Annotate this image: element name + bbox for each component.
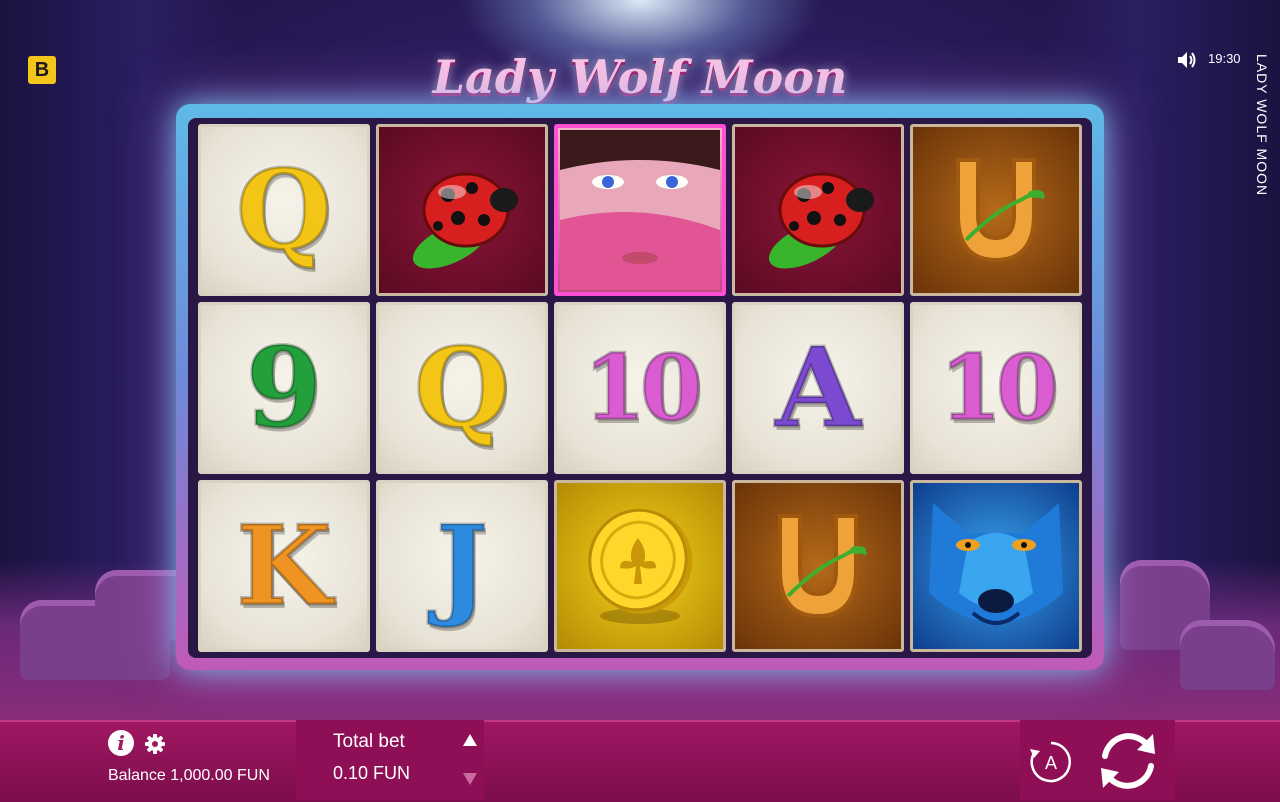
reel-cell xyxy=(732,480,904,652)
reel-cell: Q xyxy=(376,302,548,474)
reel-cell: 10 xyxy=(554,302,726,474)
bet-decrease-button[interactable] xyxy=(462,772,478,786)
balance-display: Balance 1,000.00 FUN xyxy=(108,767,270,784)
reel-cell: 9 xyxy=(198,302,370,474)
reel-cell-highlighted xyxy=(554,124,726,296)
ladybug-icon xyxy=(412,172,518,269)
symbol-letter: 10 xyxy=(938,335,1060,441)
rock-decoration xyxy=(1180,620,1275,690)
reel-cell: 10 xyxy=(910,302,1082,474)
symbol-letter: J xyxy=(434,501,489,630)
reel-cell: A xyxy=(732,302,904,474)
reel-cell xyxy=(376,124,548,296)
wolf-icon xyxy=(929,503,1063,625)
total-bet-label: Total bet xyxy=(333,731,405,752)
symbol-letter: 10 xyxy=(582,335,704,441)
reel-cell xyxy=(910,124,1082,296)
spin-button[interactable] xyxy=(1093,726,1163,796)
reel-cell: J xyxy=(376,480,548,652)
autoplay-label: A xyxy=(1045,753,1057,773)
horseshoe-icon xyxy=(778,514,868,619)
info-icon[interactable]: i xyxy=(108,730,134,756)
game-title: Lady Wolf Moon xyxy=(432,50,848,104)
symbol-letter: K xyxy=(235,501,334,630)
symbol-letter: Q xyxy=(235,145,334,274)
reel-cell: K xyxy=(198,480,370,652)
total-bet-value: 0.10 FUN xyxy=(333,763,411,783)
volume-icon[interactable] xyxy=(1176,50,1198,70)
autoplay-button[interactable]: A xyxy=(1028,739,1074,785)
bet-increase-button[interactable] xyxy=(462,733,478,747)
side-game-title: LADY WOLF MOON xyxy=(1254,54,1270,197)
coin-icon xyxy=(588,508,693,624)
lady-face-icon xyxy=(560,130,720,290)
ladybug-icon xyxy=(768,172,874,269)
reel-cell xyxy=(910,480,1082,652)
gear-icon[interactable] xyxy=(144,733,166,755)
symbol-letter: 9 xyxy=(244,323,324,452)
reel-cell xyxy=(732,124,904,296)
reel-cell: Q xyxy=(198,124,370,296)
clock: 19:30 xyxy=(1208,51,1241,66)
symbol-letter: A xyxy=(774,323,862,452)
horseshoe-icon xyxy=(956,158,1046,263)
reel-cell xyxy=(554,480,726,652)
symbol-letter: Q xyxy=(413,323,512,452)
